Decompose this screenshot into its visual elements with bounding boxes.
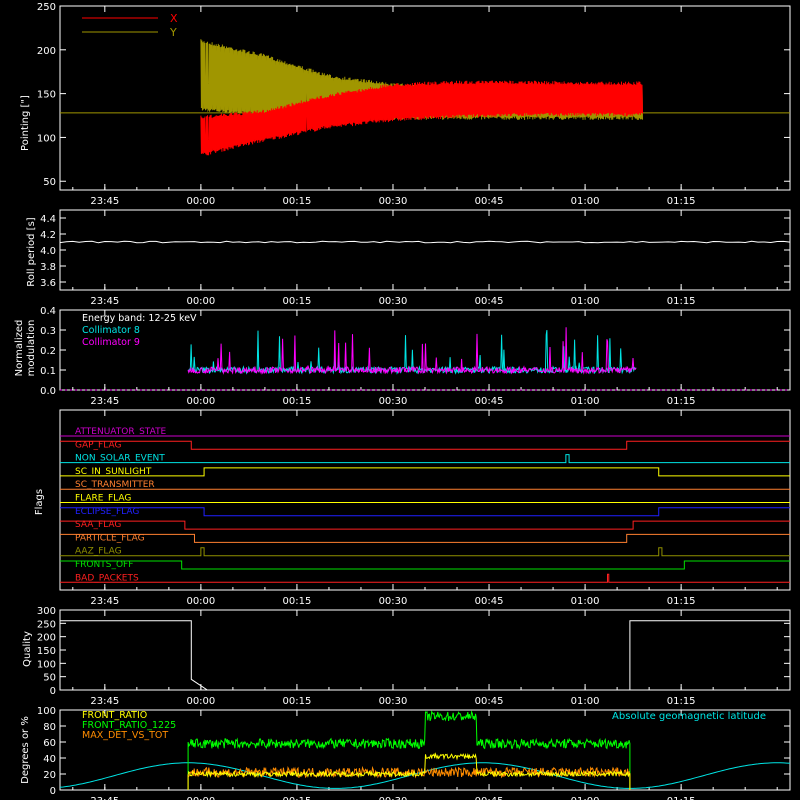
modulation-xtick-label: 00:15 <box>283 396 312 407</box>
flags-xtick-label: 00:00 <box>186 596 215 607</box>
roll-ytick-label: 4.0 <box>40 246 56 257</box>
modulation-xtick-label: 00:00 <box>186 396 215 407</box>
modulation-ytick-label: 0.4 <box>40 306 56 317</box>
mod-ylabel-line1: Normalized <box>14 320 25 377</box>
pointing-ytick-label: 50 <box>43 177 56 188</box>
pointing-ytick-label: 100 <box>37 133 56 144</box>
ratios-xtick-label: 00:30 <box>379 796 408 800</box>
hessi-quicklook-figure: 23:45 00:00 00:15 00:30 00:45 01:00 01:15 50 100… <box>0 0 800 800</box>
roll-ytick-label: 3.8 <box>40 262 56 273</box>
ratios-ytick-label: 100 <box>37 706 56 717</box>
ratios-ytick-label: 80 <box>43 722 56 733</box>
ratios-ylabel: Degrees or % <box>20 716 31 784</box>
legend-y-label: Y <box>169 26 177 39</box>
pointing-ytick-label: 150 <box>37 90 56 101</box>
ratios-xtick-label: 00:45 <box>475 796 504 800</box>
modulation-ytick-label: 0.2 <box>40 346 56 357</box>
legend-collimator9: Collimator 9 <box>82 337 140 348</box>
roll-xtick-label: 00:30 <box>379 296 408 307</box>
flags-xtick-label: 01:15 <box>667 596 696 607</box>
ratios-xtick-label: 23:45 <box>90 796 119 800</box>
quality-xtick-label: 00:00 <box>186 696 215 707</box>
pointing-xtick-label: 23:45 <box>90 196 119 207</box>
flags-xtick-label: 01:00 <box>571 596 600 607</box>
modulation-xtick-label: 23:45 <box>90 396 119 407</box>
quality-ytick-label: 150 <box>37 646 56 657</box>
flags-xtick-label: 00:45 <box>475 596 504 607</box>
quality-xtick-label: 23:45 <box>90 696 119 707</box>
modulation-ytick-label: 0.1 <box>40 366 56 377</box>
flags-xtick-label: 00:15 <box>283 596 312 607</box>
roll-ytick-label: 4.2 <box>40 230 56 241</box>
pointing-ylabel: Pointing ["] <box>20 95 31 151</box>
legend-x-label: X <box>170 12 178 25</box>
pointing-xtick-label: 00:30 <box>379 196 408 207</box>
roll-ylabel: Roll period [s] <box>26 217 37 286</box>
modulation-xtick-label: 01:00 <box>571 396 600 407</box>
modulation-xtick-label: 00:45 <box>475 396 504 407</box>
roll-ytick-label: 3.6 <box>40 278 56 289</box>
quality-ytick-label: 0 <box>50 686 56 697</box>
modulation-ytick-label: 0.0 <box>40 386 56 397</box>
quality-ylabel: Quality <box>22 631 33 667</box>
pointing-xtick-label: 01:00 <box>571 196 600 207</box>
quality-xtick-label: 00:15 <box>283 696 312 707</box>
energy-band-annotation: Energy band: 12-25 keV <box>82 313 197 324</box>
modulation-xtick-label: 01:15 <box>667 396 696 407</box>
quality-ytick-label: 200 <box>37 633 56 644</box>
roll-xtick-label: 01:00 <box>571 296 600 307</box>
flags-xtick-label: 23:45 <box>90 596 119 607</box>
pointing-xtick-label: 00:00 <box>186 196 215 207</box>
pointing-ytick-label: 200 <box>37 46 56 57</box>
mod-ylabel-line2: modulation <box>26 320 37 377</box>
quality-ytick-label: 100 <box>37 659 56 670</box>
pointing-ytick-label: 250 <box>37 2 56 13</box>
flags-ylabel: Flags <box>34 489 45 515</box>
roll-xtick-label: 00:00 <box>186 296 215 307</box>
quality-xtick-label: 00:45 <box>475 696 504 707</box>
quality-ytick-label: 300 <box>37 606 56 617</box>
pointing-xtick-label: 00:15 <box>283 196 312 207</box>
quality-xtick-label: 00:30 <box>379 696 408 707</box>
ratios-ytick-label: 60 <box>43 738 56 749</box>
modulation-ytick-label: 0.3 <box>40 326 56 337</box>
pointing-xtick-label: 00:45 <box>475 196 504 207</box>
roll-xtick-label: 01:15 <box>667 296 696 307</box>
quality-ytick-label: 250 <box>37 619 56 630</box>
roll-ytick-label: 4.4 <box>40 214 56 225</box>
ratios-ytick-label: 40 <box>43 754 56 765</box>
roll-xtick-label: 00:15 <box>283 296 312 307</box>
roll-xtick-label: 00:45 <box>475 296 504 307</box>
ratios-ytick-label: 0 <box>50 786 56 797</box>
modulation-xtick-label: 00:30 <box>379 396 408 407</box>
legend-max-det: MAX_DET_VS_TOT <box>82 730 168 741</box>
quality-xtick-label: 01:00 <box>571 696 600 707</box>
legend-geomag: Absolute geomagnetic latitude <box>612 711 766 722</box>
ratios-xtick-label: 01:00 <box>571 796 600 800</box>
ratios-xtick-label: 00:00 <box>186 796 215 800</box>
quality-xtick-label: 01:15 <box>667 696 696 707</box>
roll-xtick-label: 23:45 <box>90 296 119 307</box>
legend-collimator8: Collimator 8 <box>82 325 140 336</box>
ratios-ytick-label: 20 <box>43 770 56 781</box>
ratios-xtick-label: 00:15 <box>283 796 312 800</box>
pointing-xtick-label: 01:15 <box>667 196 696 207</box>
quality-ytick-label: 50 <box>43 673 56 684</box>
ratios-xtick-label: 01:15 <box>667 796 696 800</box>
flags-xtick-label: 00:30 <box>379 596 408 607</box>
